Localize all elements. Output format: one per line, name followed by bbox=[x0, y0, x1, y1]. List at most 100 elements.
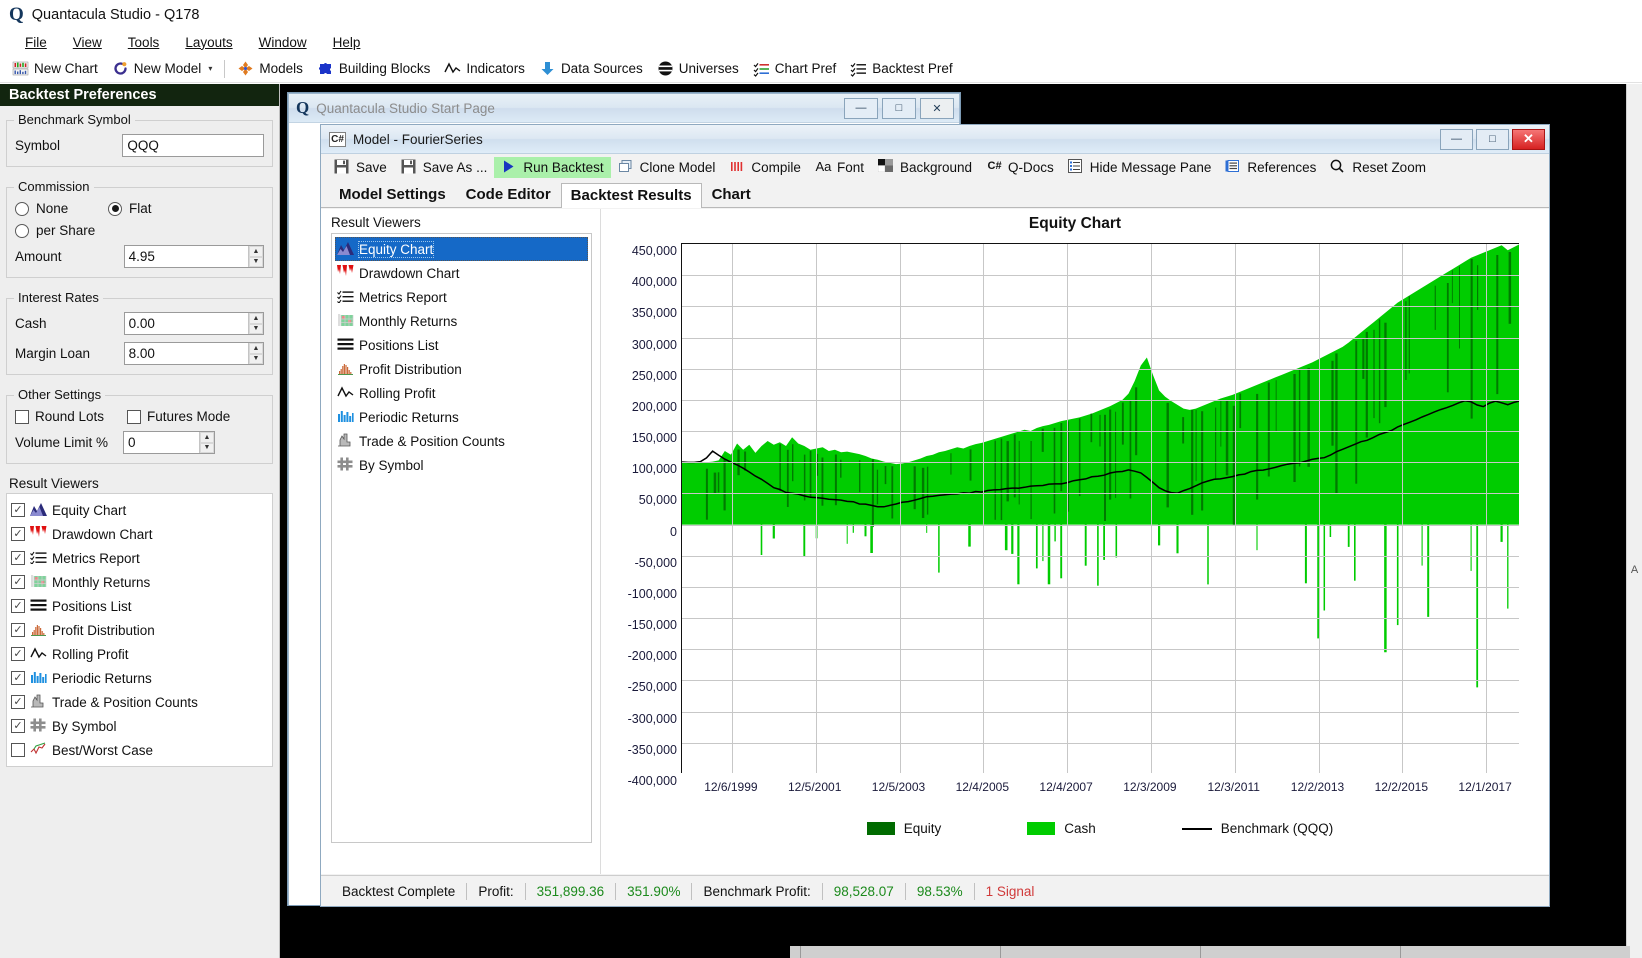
toolbar-backtest-pref[interactable]: Backtest Pref bbox=[843, 58, 959, 79]
minimize-button[interactable]: — bbox=[1440, 128, 1473, 150]
menu-help[interactable]: Help bbox=[320, 32, 374, 53]
commission-amount-input[interactable]: 4.95 ▲ ▼ bbox=[123, 245, 264, 268]
model-window-titlebar[interactable]: C# Model - FourierSeries — □ ✕ bbox=[321, 125, 1549, 154]
maximize-button[interactable]: □ bbox=[1476, 128, 1509, 150]
metrics-report-icon bbox=[337, 289, 354, 306]
symbol-label: Symbol bbox=[15, 138, 61, 153]
references-button[interactable]: References bbox=[1218, 157, 1323, 178]
result-viewer-by-symbol[interactable]: By Symbol bbox=[335, 453, 588, 477]
y-axis-tick-label: 400,000 bbox=[631, 275, 677, 290]
close-button[interactable]: ✕ bbox=[1512, 128, 1545, 150]
tab-code-editor[interactable]: Code Editor bbox=[456, 182, 561, 207]
toolbar-new-model[interactable]: New Model ▾ bbox=[105, 58, 220, 79]
hide-message-pane-button[interactable]: Hide Message Pane bbox=[1061, 157, 1219, 178]
x-axis-tick-label: 12/1/2017 bbox=[1458, 780, 1512, 794]
result-viewer-positions-list[interactable]: Positions List bbox=[335, 333, 588, 357]
list-item[interactable]: Metrics Report bbox=[11, 546, 268, 570]
list-item[interactable]: Rolling Profit bbox=[11, 642, 268, 666]
radio-commission-none[interactable] bbox=[15, 201, 29, 216]
result-viewer-periodic-returns[interactable]: Periodic Returns bbox=[335, 405, 588, 429]
menu-view[interactable]: View bbox=[60, 32, 115, 53]
symbol-input[interactable]: QQQ bbox=[122, 134, 264, 157]
checkbox-metrics-report[interactable] bbox=[11, 551, 25, 565]
commission-flat-label: Flat bbox=[129, 201, 152, 216]
result-viewer-profit-distribution[interactable]: Profit Distribution bbox=[335, 357, 588, 381]
tab-model-settings[interactable]: Model Settings bbox=[329, 182, 456, 207]
checkbox-trade-position-counts[interactable] bbox=[11, 695, 25, 709]
checkbox-round-lots[interactable] bbox=[15, 409, 29, 424]
toolbar-data-sources[interactable]: Data Sources bbox=[532, 58, 650, 79]
gridline bbox=[682, 399, 1519, 401]
margin-loan-stepper[interactable]: ▲ ▼ bbox=[248, 343, 263, 364]
q-logo-icon: Q bbox=[9, 4, 24, 25]
start-page-titlebar[interactable]: Q Quantacula Studio Start Page — □ ✕ bbox=[289, 94, 959, 123]
toolbar-new-chart[interactable]: New Chart bbox=[5, 58, 105, 79]
result-viewer-rolling-profit[interactable]: Rolling Profit bbox=[335, 381, 588, 405]
toolbar-chart-pref[interactable]: Chart Pref bbox=[746, 58, 844, 79]
checkbox-equity-chart[interactable] bbox=[11, 503, 25, 517]
result-viewer-equity-chart[interactable]: Equity Chart bbox=[335, 237, 588, 261]
checkbox-drawdown-chart[interactable] bbox=[11, 527, 25, 541]
toolbar-indicators[interactable]: Indicators bbox=[437, 58, 532, 79]
save-as-button[interactable]: Save As ... bbox=[394, 157, 495, 178]
checkbox-monthly-returns[interactable] bbox=[11, 575, 25, 589]
close-button[interactable]: ✕ bbox=[920, 97, 954, 119]
toolbar-universes-label: Universes bbox=[678, 61, 739, 76]
result-viewer-drawdown-chart[interactable]: Drawdown Chart bbox=[335, 261, 588, 285]
clone-model-button[interactable]: Clone Model bbox=[611, 157, 723, 178]
checkbox-best-worst-case[interactable] bbox=[11, 743, 25, 757]
periodic-returns-icon bbox=[337, 409, 354, 426]
result-viewer-monthly-returns[interactable]: Monthly Returns bbox=[335, 309, 588, 333]
menu-tools[interactable]: Tools bbox=[115, 32, 173, 53]
reset-zoom-button[interactable]: Reset Zoom bbox=[1323, 157, 1433, 178]
result-viewers-listbox[interactable]: Equity Chart Drawdown Chart Metrics Repo… bbox=[331, 233, 592, 843]
background-button[interactable]: Background bbox=[871, 157, 979, 178]
radio-commission-per-share[interactable] bbox=[15, 223, 29, 238]
list-item[interactable]: Trade & Position Counts bbox=[11, 690, 268, 714]
checkbox-by-symbol[interactable] bbox=[11, 719, 25, 733]
result-viewer-metrics-report[interactable]: Metrics Report bbox=[335, 285, 588, 309]
menu-file[interactable]: File bbox=[12, 32, 60, 53]
list-item[interactable]: Monthly Returns bbox=[11, 570, 268, 594]
toolbar-building-blocks[interactable]: Building Blocks bbox=[310, 58, 438, 79]
volume-limit-input[interactable]: 0 ▲ ▼ bbox=[123, 431, 215, 454]
save-button[interactable]: Save bbox=[327, 157, 394, 178]
chart-plot-area[interactable] bbox=[681, 243, 1519, 773]
commission-amount-label: Amount bbox=[15, 249, 62, 264]
q-docs-button[interactable]: C# Q-Docs bbox=[979, 157, 1061, 178]
font-button[interactable]: Aa Font bbox=[808, 157, 871, 178]
cash-rate-input[interactable]: 0.00 ▲ ▼ bbox=[123, 312, 264, 335]
margin-loan-input[interactable]: 8.00 ▲ ▼ bbox=[123, 342, 264, 365]
checkbox-futures-mode[interactable] bbox=[127, 409, 141, 424]
result-viewer-trade-position-counts[interactable]: Trade & Position Counts bbox=[335, 429, 588, 453]
list-item[interactable]: Positions List bbox=[11, 594, 268, 618]
checkbox-profit-distribution[interactable] bbox=[11, 623, 25, 637]
list-item[interactable]: Periodic Returns bbox=[11, 666, 268, 690]
checkbox-rolling-profit[interactable] bbox=[11, 647, 25, 661]
list-item[interactable]: Drawdown Chart bbox=[11, 522, 268, 546]
radio-commission-flat[interactable] bbox=[108, 201, 122, 216]
menu-layouts[interactable]: Layouts bbox=[172, 32, 245, 53]
toolbar-models[interactable]: Models bbox=[230, 58, 310, 79]
checkbox-periodic-returns[interactable] bbox=[11, 671, 25, 685]
list-item[interactable]: Equity Chart bbox=[11, 498, 268, 522]
volume-limit-stepper[interactable]: ▲ ▼ bbox=[199, 432, 214, 453]
y-axis-tick-label: 300,000 bbox=[631, 337, 677, 352]
checkbox-positions-list[interactable] bbox=[11, 599, 25, 613]
list-item[interactable]: By Symbol bbox=[11, 714, 268, 738]
menu-window[interactable]: Window bbox=[246, 32, 320, 53]
compile-button[interactable]: Compile bbox=[722, 157, 808, 178]
list-item[interactable]: Profit Distribution bbox=[11, 618, 268, 642]
run-backtest-button[interactable]: Run Backtest bbox=[494, 157, 611, 178]
toolbar-universes[interactable]: Universes bbox=[650, 58, 746, 79]
maximize-button[interactable]: □ bbox=[882, 97, 916, 119]
commission-amount-stepper[interactable]: ▲ ▼ bbox=[248, 246, 263, 267]
toolbar-indicators-label: Indicators bbox=[466, 61, 525, 76]
chevron-down-icon[interactable]: ▾ bbox=[208, 64, 212, 73]
minimize-button[interactable]: — bbox=[844, 97, 878, 119]
tab-backtest-results[interactable]: Backtest Results bbox=[560, 183, 702, 208]
list-item[interactable]: Best/Worst Case bbox=[11, 738, 268, 762]
cash-rate-stepper[interactable]: ▲ ▼ bbox=[248, 313, 263, 334]
tab-chart[interactable]: Chart bbox=[702, 182, 761, 207]
model-window[interactable]: C# Model - FourierSeries — □ ✕ Save Save… bbox=[320, 124, 1550, 907]
